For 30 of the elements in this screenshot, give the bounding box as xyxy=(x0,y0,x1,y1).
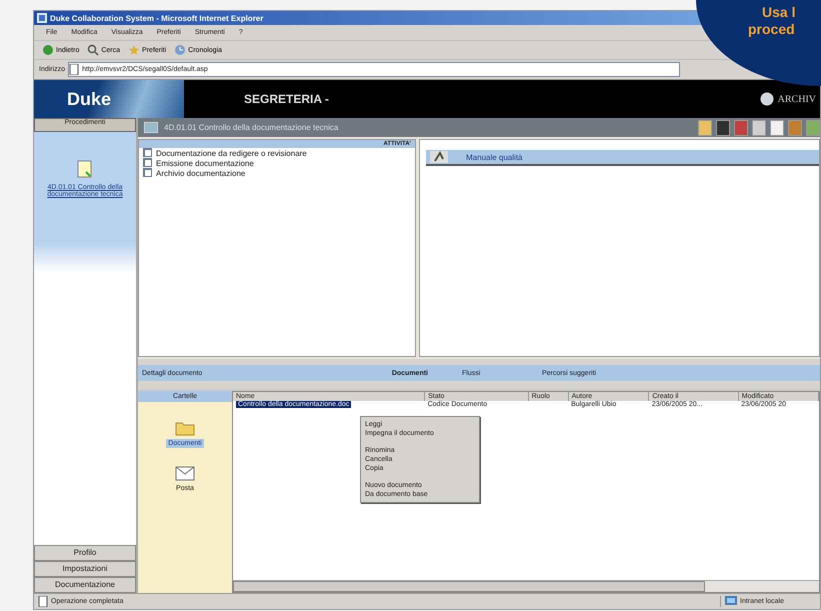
section-menu[interactable]: SEGRETERIA - xyxy=(244,92,329,106)
star-icon xyxy=(128,44,140,56)
intranet-icon xyxy=(725,596,737,607)
envelope-icon xyxy=(175,466,195,481)
callout-text: proced xyxy=(748,21,795,38)
manual-title[interactable]: Manuale qualità xyxy=(466,152,522,162)
sidebar-tab[interactable]: Profilo xyxy=(34,545,136,561)
toolbar-icon[interactable] xyxy=(716,120,730,136)
logo: Duke xyxy=(34,80,184,118)
activity-link[interactable]: Archivio documentazione xyxy=(156,168,246,178)
ie-icon xyxy=(37,13,47,23)
header-title: 4D.01.01 Controllo della documentazione tecnica xyxy=(164,123,338,132)
page-icon xyxy=(38,596,48,607)
toolbar-icon[interactable] xyxy=(752,120,766,136)
page-icon xyxy=(69,64,80,75)
activity-link[interactable]: Documentazione da redigere o revisionare xyxy=(156,148,307,158)
clock-icon xyxy=(174,44,186,56)
toolbar-icon[interactable] xyxy=(770,120,784,136)
callout-text: Usa l xyxy=(761,4,796,21)
document-icon xyxy=(77,160,93,178)
search-icon xyxy=(87,44,100,56)
archive-link[interactable]: ARCHIV xyxy=(778,94,816,104)
activity-link[interactable]: Emissione documentazione xyxy=(156,158,254,168)
window-title: Duke Collaboration System - Microsoft Internet Explorer xyxy=(50,14,264,22)
sidebar-tab[interactable]: Documentazione xyxy=(34,577,136,593)
window-icon xyxy=(144,122,158,133)
sidebar-tab[interactable]: Impostazioni xyxy=(34,561,136,577)
toolbar-icon[interactable] xyxy=(698,120,712,136)
horizontal-scrollbar[interactable] xyxy=(233,580,819,592)
folder-icon xyxy=(175,420,195,436)
